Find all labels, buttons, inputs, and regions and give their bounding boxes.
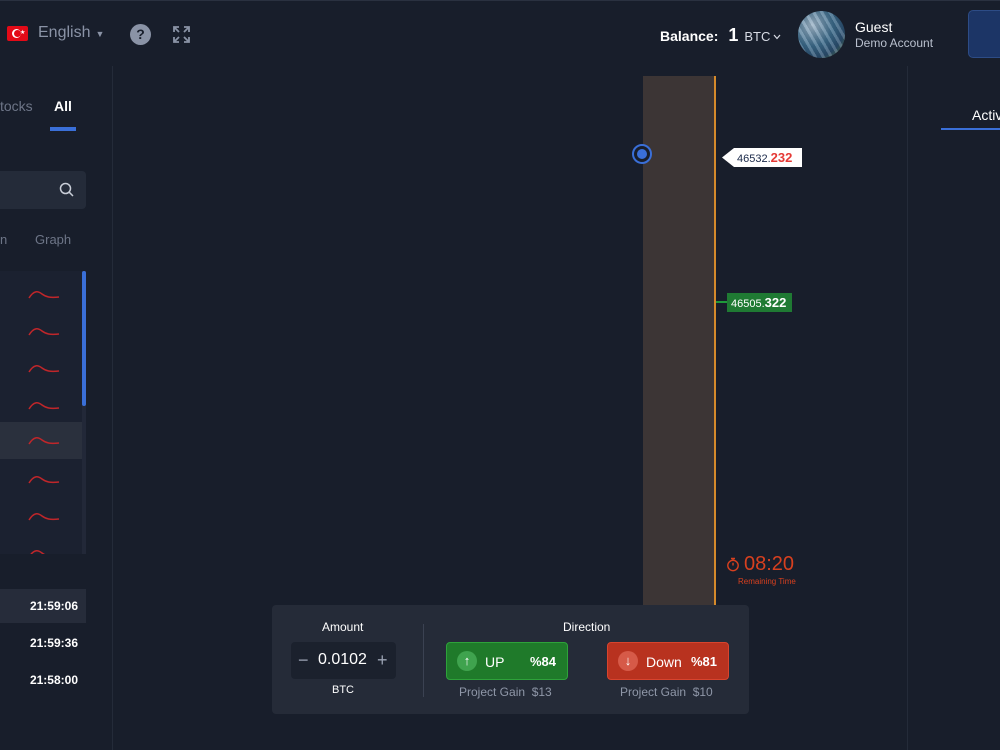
help-icon[interactable]: ? bbox=[130, 24, 151, 45]
list-item[interactable] bbox=[0, 422, 82, 459]
asset-panel: tocks All n Graph 21:59:06 21:59:36 21:5… bbox=[0, 66, 113, 750]
expiry-line bbox=[714, 76, 716, 606]
timer-label: Remaining Time bbox=[738, 577, 796, 586]
activity-panel: Activ bbox=[907, 66, 1000, 750]
account-type: Demo Account bbox=[855, 36, 934, 50]
top-bar: ★ English ▼ ? Balance: 1 BTC Guest Demo … bbox=[0, 0, 1000, 66]
current-price-pointer bbox=[716, 301, 727, 303]
up-project-gain: Project Gain $13 bbox=[459, 685, 552, 699]
time-row[interactable]: 21:59:36 bbox=[0, 626, 86, 660]
entry-price-int: 46532. bbox=[737, 153, 771, 165]
tab-all[interactable]: All bbox=[54, 98, 72, 114]
up-payout: %84 bbox=[529, 654, 556, 669]
trend-graph-icon bbox=[30, 550, 46, 554]
column-header-graph: Graph bbox=[35, 232, 72, 247]
currency-label: BTC bbox=[744, 29, 771, 44]
amount-heading: Amount bbox=[322, 620, 364, 634]
direction-heading: Direction bbox=[563, 620, 611, 634]
amount-stepper: − 0.0102 + bbox=[291, 642, 396, 679]
current-price-tag: 46505.322 bbox=[727, 293, 792, 312]
up-button[interactable]: ↑ UP %84 bbox=[446, 642, 568, 680]
user-name: Guest bbox=[855, 19, 893, 35]
time-row[interactable]: 21:58:00 bbox=[0, 663, 86, 697]
balance-label: Balance: bbox=[660, 28, 719, 44]
trend-graph-icon bbox=[28, 365, 60, 373]
language-label: English bbox=[38, 24, 91, 41]
list-item[interactable] bbox=[0, 463, 82, 500]
entry-price-dec: 232 bbox=[770, 150, 793, 165]
turkey-flag-icon[interactable]: ★ bbox=[7, 26, 28, 41]
search-icon[interactable] bbox=[59, 182, 74, 197]
down-payout: %81 bbox=[690, 654, 717, 669]
scrollbar-thumb[interactable] bbox=[82, 271, 86, 406]
avatar[interactable] bbox=[798, 11, 845, 58]
trend-graph-icon bbox=[28, 291, 60, 299]
balance-value: 1 bbox=[728, 25, 739, 45]
tab-active[interactable]: Activ bbox=[972, 107, 1000, 123]
current-price-int: 46505. bbox=[731, 298, 765, 310]
entry-point-marker[interactable] bbox=[632, 144, 652, 164]
chevron-down-icon bbox=[773, 34, 781, 39]
trend-graph-icon bbox=[28, 328, 60, 336]
trading-app: ★ English ▼ ? Balance: 1 BTC Guest Demo … bbox=[0, 0, 1000, 750]
tab-active-indicator bbox=[50, 127, 76, 131]
list-item[interactable] bbox=[0, 315, 82, 352]
balance: Balance: 1 BTC bbox=[660, 25, 781, 46]
amount-input[interactable]: 0.0102 bbox=[318, 651, 367, 669]
time-row[interactable]: 21:59:06 bbox=[0, 589, 86, 623]
entry-price-tag: 46532.232 bbox=[722, 148, 802, 167]
list-item[interactable] bbox=[0, 389, 82, 426]
down-project-gain: Project Gain $10 bbox=[620, 685, 713, 699]
down-label: Down bbox=[646, 654, 682, 670]
decrease-button[interactable]: − bbox=[298, 650, 309, 671]
expiry-zone bbox=[643, 76, 714, 606]
column-header-name: n bbox=[0, 232, 8, 247]
list-item[interactable] bbox=[0, 352, 82, 389]
amount-currency: BTC bbox=[332, 684, 354, 696]
stopwatch-icon bbox=[727, 557, 739, 572]
increase-button[interactable]: + bbox=[377, 650, 388, 671]
tab-stocks[interactable]: tocks bbox=[0, 98, 33, 114]
trend-graph-icon bbox=[28, 437, 60, 445]
list-item[interactable] bbox=[0, 500, 82, 537]
up-label: UP bbox=[485, 654, 505, 670]
arrow-up-icon: ↑ bbox=[457, 651, 477, 671]
list-item[interactable] bbox=[0, 278, 82, 315]
trend-graph-icon bbox=[28, 402, 60, 410]
fullscreen-icon[interactable] bbox=[172, 25, 191, 44]
timer-value: 08:20 bbox=[744, 553, 795, 575]
deposit-button[interactable] bbox=[968, 10, 1000, 58]
trend-graph-icon bbox=[28, 513, 60, 521]
asset-list bbox=[0, 271, 86, 554]
order-panel: Amount − 0.0102 + BTC Direction ↑ UP %84… bbox=[272, 605, 749, 714]
chevron-down-icon: ▼ bbox=[95, 29, 105, 39]
language-selector[interactable]: English ▼ bbox=[38, 24, 104, 42]
divider bbox=[423, 624, 424, 697]
currency-selector[interactable]: BTC bbox=[744, 29, 781, 44]
tab-active-indicator bbox=[941, 128, 1000, 130]
arrow-down-icon: ↓ bbox=[618, 651, 638, 671]
current-price-dec: 322 bbox=[764, 295, 787, 310]
down-button[interactable]: ↓ Down %81 bbox=[607, 642, 729, 680]
list-item[interactable] bbox=[0, 537, 82, 554]
countdown-timer: 08:20 bbox=[726, 553, 794, 576]
trend-graph-icon bbox=[28, 476, 60, 484]
